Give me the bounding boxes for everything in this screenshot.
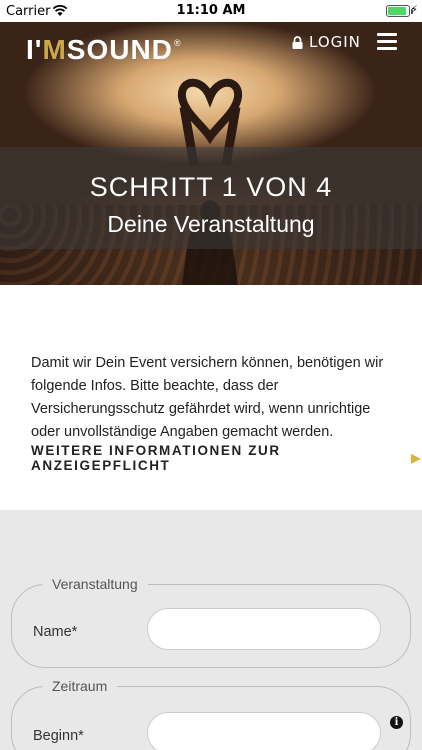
logo-m: M bbox=[42, 34, 67, 65]
login-button[interactable]: LOGIN bbox=[292, 33, 361, 51]
event-form: Veranstaltung Name* Zeitraum Beginn* bbox=[0, 510, 422, 750]
chevron-right-icon: ▶ bbox=[411, 451, 422, 465]
battery-icon bbox=[386, 5, 413, 17]
lock-icon bbox=[292, 35, 303, 49]
status-bar: Carrier 11:10 AM ⚡ bbox=[0, 0, 422, 22]
info-text: Damit wir Dein Event versichern können, … bbox=[31, 355, 384, 440]
brand-logo[interactable]: I' M SOUND ® bbox=[26, 34, 182, 66]
step-title: SCHRITT 1 VON 4 bbox=[89, 172, 333, 202]
group-zeitraum: Zeitraum Beginn* bbox=[11, 678, 411, 750]
status-time: 11:10 AM bbox=[176, 3, 246, 18]
logo-sound: SOUND bbox=[66, 34, 173, 65]
logo-i: I' bbox=[26, 34, 43, 65]
info-icon[interactable]: i bbox=[390, 716, 403, 729]
more-info-link[interactable]: WEITERE INFORMATIONEN ZUR ANZEIGEPFLICHT… bbox=[31, 443, 422, 473]
group-legend: Veranstaltung bbox=[52, 576, 138, 592]
name-label: Name* bbox=[33, 624, 78, 640]
beginn-input[interactable] bbox=[147, 712, 381, 750]
name-input[interactable] bbox=[147, 608, 381, 650]
menu-icon[interactable] bbox=[377, 33, 397, 50]
logo-reg: ® bbox=[173, 38, 182, 48]
beginn-label: Beginn* bbox=[33, 728, 84, 744]
charging-icon: ⚡ bbox=[410, 3, 418, 16]
step-subtitle: Deine Veranstaltung bbox=[107, 211, 315, 237]
group-legend: Zeitraum bbox=[52, 678, 108, 694]
more-info-label: WEITERE INFORMATIONEN ZUR ANZEIGEPFLICHT bbox=[31, 443, 281, 473]
login-label: LOGIN bbox=[309, 33, 361, 51]
battery-fill bbox=[388, 7, 406, 15]
group-veranstaltung: Veranstaltung Name* bbox=[11, 576, 411, 668]
